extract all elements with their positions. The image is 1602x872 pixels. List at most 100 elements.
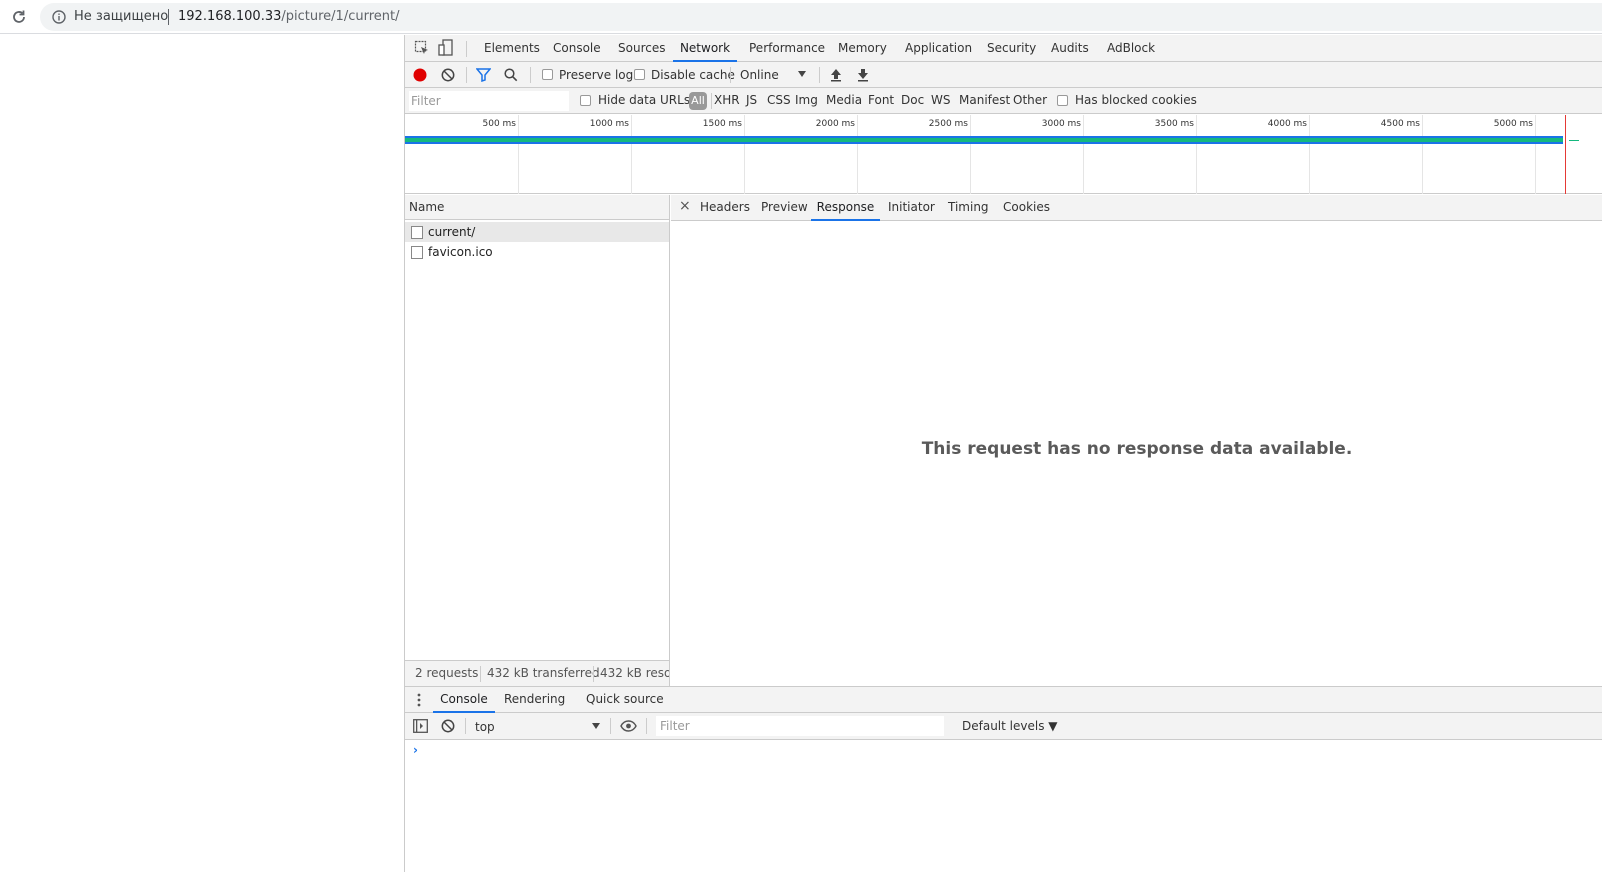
request-detail-panel: × Headers Preview Response Initiator Tim… <box>671 195 1602 686</box>
address-bar: Не защищено 192.168.100.33/picture/1/cur… <box>0 0 1602 34</box>
record-icon[interactable] <box>413 68 427 82</box>
tab-adblock[interactable]: AdBlock <box>1107 35 1155 62</box>
type-filter-all[interactable]: All <box>689 92 707 110</box>
filter-divider <box>711 93 712 109</box>
console-filter-input[interactable] <box>656 716 944 736</box>
console-prompt[interactable]: › <box>413 743 418 757</box>
load-event-marker <box>1565 115 1566 194</box>
grid-line <box>1535 115 1536 194</box>
has-blocked-cookies-label: Has blocked cookies <box>1075 93 1197 107</box>
empty-response-message: This request has no response data availa… <box>921 439 1353 459</box>
request-row[interactable]: favicon.ico <box>405 242 669 262</box>
drawer-tab-rendering[interactable]: Rendering <box>504 687 565 713</box>
tab-cookies[interactable]: Cookies <box>1003 195 1050 221</box>
network-summary: 2 requests 432 kB transferred 432 kB res… <box>405 660 669 686</box>
tick-label: 1000 ms <box>589 119 629 129</box>
tab-memory[interactable]: Memory <box>838 35 887 62</box>
type-filter-other[interactable]: Other <box>1013 93 1047 107</box>
drawer-tab-bar: Console Rendering Quick source <box>405 687 1602 713</box>
info-icon[interactable] <box>52 10 66 24</box>
reload-icon[interactable] <box>10 8 28 26</box>
toolbar-divider <box>730 67 731 83</box>
tick-label: 2500 ms <box>928 119 968 129</box>
type-filter-xhr[interactable]: XHR <box>714 93 740 107</box>
transferred-size: 432 kB transferred <box>487 666 600 680</box>
hide-data-urls-checkbox[interactable] <box>580 95 591 106</box>
network-filter-input[interactable] <box>409 91 569 111</box>
clear-icon[interactable] <box>441 68 455 82</box>
disable-cache-label: Disable cache <box>651 68 735 82</box>
drawer-tab-quick-source[interactable]: Quick source <box>586 687 664 713</box>
tab-initiator[interactable]: Initiator <box>888 195 935 221</box>
type-filter-manifest[interactable]: Manifest <box>959 93 1010 107</box>
context-select[interactable]: top <box>475 720 495 734</box>
tab-response[interactable]: Response <box>811 195 880 221</box>
device-toolbar-icon[interactable] <box>438 39 454 57</box>
document-icon <box>411 246 423 259</box>
disable-cache-checkbox[interactable] <box>634 69 645 80</box>
requests-panel: Name current/ favicon.ico 2 requests 432… <box>405 195 670 686</box>
throttling-select[interactable]: Online <box>740 68 779 82</box>
tab-application[interactable]: Application <box>905 35 972 62</box>
tab-network[interactable]: Network <box>673 35 737 62</box>
grid-line <box>1196 115 1197 194</box>
toolbar-divider <box>465 718 466 734</box>
type-filter-doc[interactable]: Doc <box>901 93 924 107</box>
url-text[interactable]: 192.168.100.33/picture/1/current/ <box>178 9 399 24</box>
search-icon[interactable] <box>504 68 518 82</box>
tab-elements[interactable]: Elements <box>484 35 540 62</box>
tab-headers[interactable]: Headers <box>700 195 750 221</box>
chevron-down-icon[interactable] <box>592 720 600 729</box>
tab-audits[interactable]: Audits <box>1051 35 1089 62</box>
tick-label: 5000 ms <box>1493 119 1533 129</box>
toolbar-divider <box>610 718 611 734</box>
more-options-icon[interactable] <box>417 693 421 707</box>
tab-preview[interactable]: Preview <box>761 195 808 221</box>
inspect-element-icon[interactable] <box>414 40 430 56</box>
resources-size: 432 kB resou <box>600 666 669 680</box>
sidebar-toggle-icon[interactable] <box>413 719 428 733</box>
type-filter-media[interactable]: Media <box>826 93 862 107</box>
type-filter-img[interactable]: Img <box>795 93 818 107</box>
type-filter-ws[interactable]: WS <box>931 93 950 107</box>
chevron-down-icon[interactable] <box>798 71 806 77</box>
close-icon[interactable]: × <box>679 198 691 214</box>
omnibox[interactable]: Не защищено 192.168.100.33/picture/1/cur… <box>40 3 1602 31</box>
security-status[interactable]: Не защищено <box>74 9 168 24</box>
tab-console[interactable]: Console <box>553 35 601 62</box>
grid-line <box>518 115 519 194</box>
drawer-tab-console[interactable]: Console <box>433 687 495 713</box>
grid-line <box>631 115 632 194</box>
toolbar-divider <box>530 67 531 83</box>
column-header-name[interactable]: Name <box>405 195 669 220</box>
log-levels-select[interactable]: Default levels ▼ <box>962 719 1058 733</box>
preserve-log-checkbox[interactable] <box>542 69 553 80</box>
tab-security[interactable]: Security <box>987 35 1036 62</box>
waterfall-tail <box>1569 140 1579 141</box>
document-icon <box>411 226 423 239</box>
network-toolbar: Preserve log Disable cache Online <box>405 62 1602 88</box>
type-filter-font[interactable]: Font <box>868 93 894 107</box>
request-row[interactable]: current/ <box>405 222 669 242</box>
import-har-icon[interactable] <box>830 68 842 82</box>
export-har-icon[interactable] <box>857 68 869 82</box>
devtools-panel: Elements Console Sources Network Perform… <box>404 35 1602 872</box>
console-drawer: Console Rendering Quick source top Defau… <box>405 686 1602 872</box>
tab-sources[interactable]: Sources <box>618 35 665 62</box>
has-blocked-cookies-checkbox[interactable] <box>1057 95 1068 106</box>
type-filter-css[interactable]: CSS <box>767 93 791 107</box>
eye-icon[interactable] <box>620 720 637 732</box>
requests-count: 2 requests <box>415 666 479 680</box>
clear-console-icon[interactable] <box>441 719 455 733</box>
url-path: /picture/1/current/ <box>281 9 400 24</box>
tick-label: 3000 ms <box>1041 119 1081 129</box>
type-filter-js[interactable]: JS <box>746 93 757 107</box>
filter-icon[interactable] <box>476 68 491 82</box>
grid-line <box>1309 115 1310 194</box>
tab-performance[interactable]: Performance <box>749 35 825 62</box>
toolbar-divider <box>819 67 820 83</box>
network-overview[interactable]: 500 ms 1000 ms 1500 ms 2000 ms 2500 ms 3… <box>405 115 1602 194</box>
tab-timing[interactable]: Timing <box>948 195 989 221</box>
preserve-log-label: Preserve log <box>559 68 634 82</box>
toolbar-divider <box>646 718 647 734</box>
